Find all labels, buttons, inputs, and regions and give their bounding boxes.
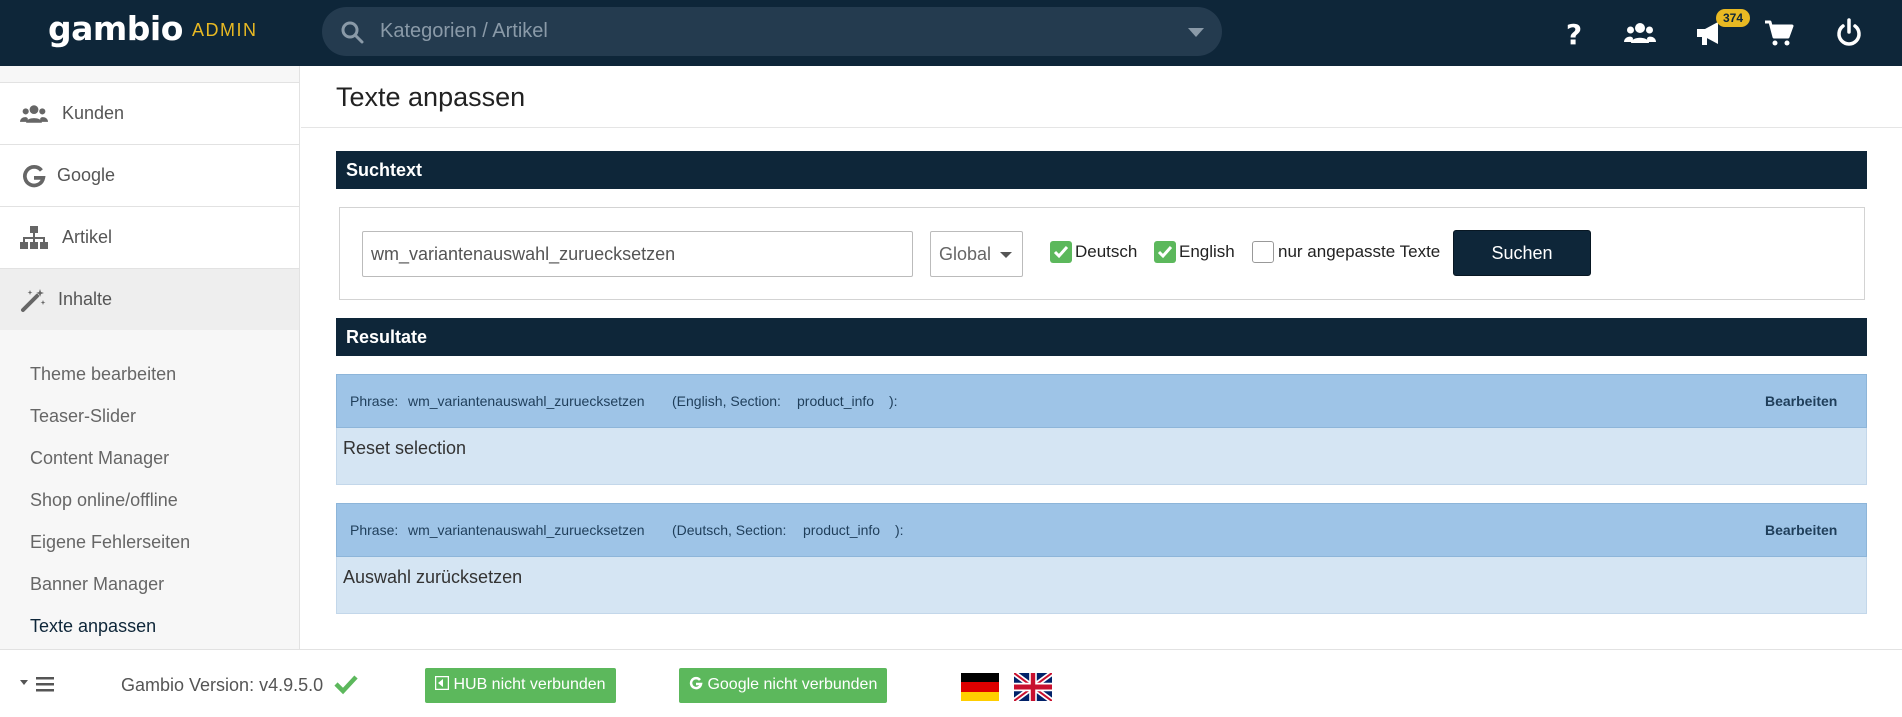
title-divider bbox=[301, 127, 1902, 128]
search-button[interactable]: Suchen bbox=[1453, 230, 1591, 276]
sidebar-toggle-icon[interactable] bbox=[20, 675, 56, 693]
magic-wand-icon bbox=[21, 289, 46, 312]
german-flag-icon[interactable] bbox=[961, 673, 999, 701]
results-section-heading: Resultate bbox=[336, 318, 1867, 356]
language-section-label: (English, Section: bbox=[672, 393, 781, 409]
result-header: Phrase: wm_variantenauswahl_zuruecksetze… bbox=[336, 503, 1867, 557]
uk-flag-icon[interactable] bbox=[1014, 673, 1052, 701]
edit-button[interactable]: Bearbeiten bbox=[1765, 393, 1837, 409]
phrase-label: Phrase: bbox=[350, 393, 399, 409]
result-text-value: Auswahl zurücksetzen bbox=[343, 567, 523, 587]
search-icon bbox=[341, 21, 364, 44]
global-search[interactable] bbox=[322, 7, 1222, 56]
search-section-heading: Suchtext bbox=[336, 151, 1867, 189]
language-section-label: (Deutsch, Section: bbox=[672, 522, 787, 538]
sidebar-subitem-eigene-fehlerseiten[interactable]: Eigene Fehlerseiten bbox=[30, 532, 190, 553]
sidebar-item-google[interactable]: Google bbox=[0, 144, 299, 206]
svg-text:?: ? bbox=[1566, 18, 1582, 49]
sidebar-item-label: Inhalte bbox=[58, 289, 113, 309]
result-text: Auswahl zurücksetzen bbox=[336, 557, 1867, 614]
sidebar-item-kunden[interactable]: Kunden bbox=[0, 82, 299, 144]
checkbox-deutsch[interactable] bbox=[1050, 241, 1072, 263]
sidebar: Kunden Google Artikel Inhalte Theme bear… bbox=[0, 66, 300, 649]
checkbox-nur-angepasste-texte-label: nur angepasste Texte bbox=[1278, 242, 1441, 261]
admin-label: ADMIN bbox=[192, 20, 258, 40]
phrase-search-input[interactable] bbox=[362, 231, 913, 277]
section-name: product_info bbox=[797, 393, 875, 409]
sidebar-subitem-content-manager[interactable]: Content Manager bbox=[30, 448, 169, 469]
users-icon[interactable] bbox=[1624, 17, 1656, 49]
checkbox-english-label: English bbox=[1179, 242, 1235, 261]
result-text-value: Reset selection bbox=[343, 438, 467, 458]
sidebar-subitem-texte-anpassen[interactable]: Texte anpassen bbox=[30, 616, 156, 637]
users-icon bbox=[20, 105, 48, 123]
page-title: Texte anpassen bbox=[336, 82, 526, 112]
scope-select[interactable]: Global bbox=[930, 231, 1023, 277]
chevron-down-icon bbox=[1000, 252, 1012, 258]
sidebar-subitem-theme-bearbeiten[interactable]: Theme bearbeiten bbox=[30, 364, 176, 385]
closing-label: ): bbox=[889, 393, 898, 409]
version-check-icon bbox=[334, 675, 358, 695]
phrase-label: Phrase: bbox=[350, 522, 399, 538]
cart-icon[interactable] bbox=[1763, 17, 1795, 49]
hub-status-label: HUB nicht verbunden bbox=[453, 676, 606, 693]
checkbox-english[interactable] bbox=[1154, 241, 1176, 263]
google-icon bbox=[23, 165, 46, 188]
chevron-down-icon[interactable] bbox=[1188, 28, 1204, 37]
search-input[interactable] bbox=[380, 15, 1160, 47]
checkbox-nur-angepasste-texte[interactable] bbox=[1252, 241, 1274, 263]
sidebar-item-label: Kunden bbox=[62, 103, 125, 123]
power-icon[interactable] bbox=[1833, 17, 1865, 49]
sidebar-item-label: Google bbox=[57, 165, 116, 185]
google-icon bbox=[689, 676, 703, 690]
hub-status-button[interactable]: HUB nicht verbunden bbox=[425, 668, 616, 703]
google-status-button[interactable]: Google nicht verbunden bbox=[679, 668, 888, 703]
sidebar-item-artikel[interactable]: Artikel bbox=[0, 206, 299, 268]
gambio-logo[interactable]: gambio bbox=[48, 9, 183, 48]
phrase-key: wm_variantenauswahl_zuruecksetzen bbox=[408, 393, 645, 409]
google-status-label: Google nicht verbunden bbox=[707, 676, 878, 693]
sidebar-item-inhalte[interactable]: Inhalte bbox=[0, 268, 299, 330]
sidebar-subitem-teaser-slider[interactable]: Teaser-Slider bbox=[30, 406, 136, 427]
result-header: Phrase: wm_variantenauswahl_zuruecksetze… bbox=[336, 374, 1867, 428]
sitemap-icon bbox=[20, 226, 48, 249]
section-name: product_info bbox=[803, 522, 881, 538]
gambio-version: Gambio Version: v4.9.5.0 bbox=[121, 675, 324, 695]
sidebar-subitem-shop-online-offline[interactable]: Shop online/offline bbox=[30, 490, 178, 511]
search-panel: Global Deutsch English nur angepasste Te… bbox=[339, 207, 1865, 300]
phrase-key: wm_variantenauswahl_zuruecksetzen bbox=[408, 522, 645, 538]
closing-label: ): bbox=[895, 522, 904, 538]
help-icon[interactable]: ? bbox=[1558, 17, 1590, 49]
checkbox-deutsch-label: Deutsch bbox=[1075, 242, 1138, 261]
top-navigation-bar: gambio ADMIN ? 374 bbox=[0, 0, 1902, 66]
edit-button[interactable]: Bearbeiten bbox=[1765, 522, 1837, 538]
hub-icon bbox=[434, 675, 450, 691]
notification-badge: 374 bbox=[1716, 9, 1750, 27]
sidebar-subitem-banner-manager[interactable]: Banner Manager bbox=[30, 574, 164, 595]
check-icon bbox=[1157, 246, 1173, 259]
footer: Gambio Version: v4.9.5.0 HUB nicht verbu… bbox=[0, 649, 1902, 717]
scope-select-value: Global bbox=[939, 244, 992, 264]
sidebar-item-label: Artikel bbox=[62, 227, 113, 247]
check-icon bbox=[1053, 246, 1069, 259]
result-text: Reset selection bbox=[336, 428, 1867, 485]
